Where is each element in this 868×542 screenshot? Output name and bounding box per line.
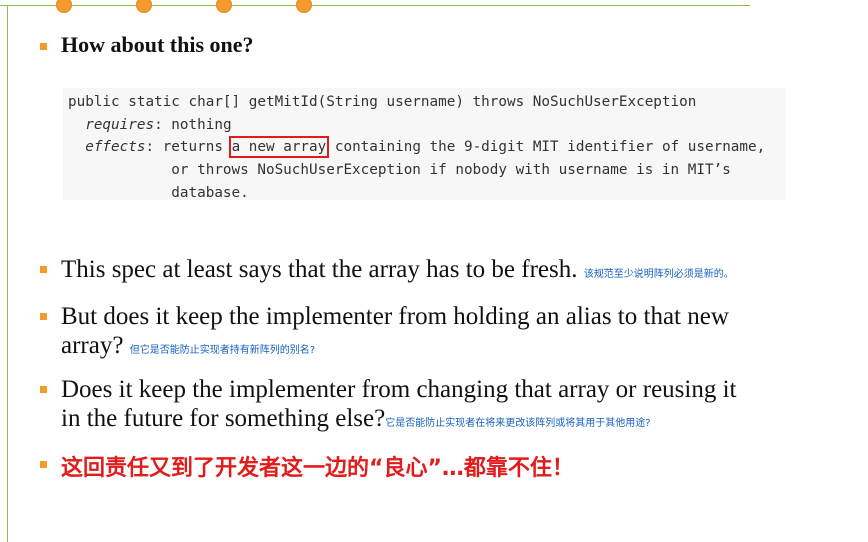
bullet-3-note: 它是否能防止实现者在将来更改该阵列或将其用于其他用途? bbox=[385, 418, 651, 429]
bullet-3: Does it keep the implementer from changi… bbox=[61, 375, 736, 438]
code-requires-keyword: requires bbox=[85, 116, 155, 133]
bullet-marker bbox=[40, 386, 47, 393]
bullet-2-text-line1: But does it keep the implementer from ho… bbox=[61, 303, 729, 330]
highlighted-new-array: a new array bbox=[228, 136, 330, 159]
bullet-1: This spec at least says that the array h… bbox=[61, 255, 734, 289]
bullet-1-note: 该规范至少说明阵列必须是新的。 bbox=[583, 269, 734, 280]
code-line-throws: or throws NoSuchUserException if nobody … bbox=[68, 162, 731, 179]
code-line-database: database. bbox=[68, 184, 249, 201]
bullet-marker bbox=[40, 313, 47, 320]
bullet-3-text-line2: in the future for something else? bbox=[61, 405, 386, 432]
code-effects-post: containing the 9-digit MIT identifier of… bbox=[326, 139, 766, 156]
bullet-2: But does it keep the implementer from ho… bbox=[61, 302, 729, 365]
code-effects-pre: : returns bbox=[145, 139, 232, 156]
decor-dot bbox=[136, 0, 152, 13]
code-requires-text: : nothing bbox=[154, 116, 232, 133]
bullet-2-note: 但它是否能防止实现者持有新阵列的别名? bbox=[129, 345, 316, 356]
decor-dot bbox=[296, 0, 312, 13]
conclusion-text: 这回责任又到了开发者这一边的“良心”…都靠不住！ bbox=[61, 456, 574, 481]
code-block: public static char[] getMitId(String use… bbox=[68, 91, 765, 205]
bullet-1-text: This spec at least says that the array h… bbox=[61, 256, 578, 283]
bullet-marker bbox=[40, 266, 47, 273]
code-effects-keyword: effects bbox=[85, 139, 146, 156]
bullet-2-text-line2: array? bbox=[61, 332, 124, 359]
bullet-marker bbox=[40, 43, 47, 50]
left-divider-line bbox=[7, 5, 8, 542]
bullet-3-text-line1: Does it keep the implementer from changi… bbox=[61, 376, 737, 403]
decor-dot bbox=[56, 0, 72, 13]
code-signature: public static char[] getMitId(String use… bbox=[68, 94, 697, 110]
slide-heading: How about this one? bbox=[61, 32, 254, 57]
bullet-marker bbox=[40, 461, 47, 468]
decor-dot bbox=[216, 0, 232, 13]
top-divider-line bbox=[0, 5, 750, 6]
